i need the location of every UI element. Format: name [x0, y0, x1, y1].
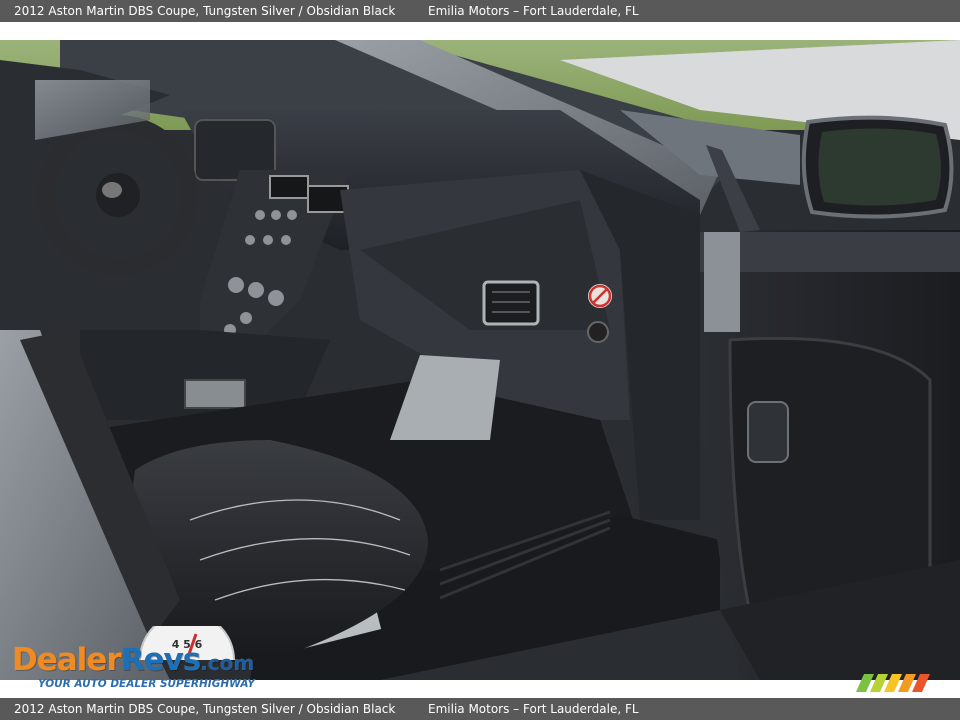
caption-dealer-bottom: Emilia Motors – Fort Lauderdale, FL — [428, 702, 639, 716]
dealerrevs-watermark: 4 5 6 DealerRevs.com YOUR AUTO DEALER SU… — [12, 626, 272, 696]
brand-dealer: Dealer — [12, 642, 122, 678]
color-stripes-icon — [856, 674, 930, 692]
caption-bar-bottom: 2012 Aston Martin DBS Coupe, Tungsten Si… — [0, 698, 960, 720]
car-interior-photo — [0, 40, 960, 680]
caption-title-bottom: 2012 Aston Martin DBS Coupe, Tungsten Si… — [14, 702, 396, 716]
caption-bar-top: 2012 Aston Martin DBS Coupe, Tungsten Si… — [0, 0, 960, 22]
caption-dealer: Emilia Motors – Fort Lauderdale, FL — [428, 4, 639, 18]
brand-revs: Revs — [120, 642, 202, 678]
dealerrevs-tagline: YOUR AUTO DEALER SUPERHIGHWAY — [38, 678, 255, 690]
brand-suffix: .com — [200, 651, 255, 675]
caption-title: 2012 Aston Martin DBS Coupe, Tungsten Si… — [14, 4, 396, 18]
dealerrevs-wordmark: DealerRevs.com — [12, 642, 254, 678]
